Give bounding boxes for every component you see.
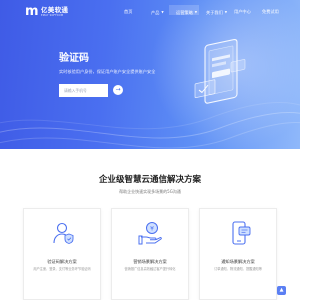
chevron-down-icon: ▼ <box>224 10 228 14</box>
svg-text:¥: ¥ <box>150 226 154 233</box>
nav-item-about[interactable]: 关于我们 ▼ <box>206 8 227 17</box>
back-to-top-button[interactable]: ▲ <box>277 286 286 295</box>
nav-item-strategy[interactable]: 运营策略 ▼ <box>176 8 197 17</box>
nav-item-user-center[interactable]: 用户中心 <box>234 8 251 16</box>
card-title: 验证码解决方案 <box>47 259 77 264</box>
hero-title: 验证码 <box>59 53 89 64</box>
card-description: 营销推广信息高效触达客户提升转化 <box>124 267 176 271</box>
solution-card-marketing[interactable]: ¥ 营销场景解决方案 营销推广信息高效触达客户提升转化 <box>111 208 189 300</box>
phone-message-icon <box>232 221 251 245</box>
card-description: 订单通知、物流通知、提醒通知等 <box>214 267 262 271</box>
chevron-down-icon: ▼ <box>161 10 164 14</box>
section-title: 企业级智慧云通信解决方案 <box>98 175 201 185</box>
nav-item-home[interactable]: 首页 <box>124 8 132 16</box>
hero-subtitle: 实时核验用户身份，保证用户账户安全提供账户安全 <box>59 69 156 74</box>
chevron-down-icon: ▼ <box>194 10 198 14</box>
card-title: 通知场景解决方案 <box>221 259 255 264</box>
hero-banner: m 亿美软通 EMAY SOFTCOM 首页 产品 ▼ 运营策略 ▼ 关于我们 ▼ 用… <box>0 0 300 149</box>
hand-coin-icon: ¥ <box>138 222 162 245</box>
phone-illustration <box>194 38 246 104</box>
main-nav: 首页 产品 ▼ 运营策略 ▼ 关于我们 ▼ 用户中心 免费试用 <box>0 8 300 16</box>
nav-item-products[interactable]: 产品 ▼ <box>151 8 164 17</box>
submit-arrow-button[interactable]: → <box>113 85 123 95</box>
card-title: 营销场景解决方案 <box>133 259 167 264</box>
phone-input[interactable] <box>59 84 108 97</box>
nav-item-free-trial[interactable]: 免费试用 <box>262 8 279 16</box>
section-subtitle: 帮助企业快速实现多场景的5G沟通 <box>119 189 181 194</box>
person-shield-icon <box>53 222 74 244</box>
card-description: 用户注册、登录、支付等业务环节验证码 <box>33 267 91 271</box>
solution-card-verification[interactable]: 验证码解决方案 用户注册、登录、支付等业务环节验证码 <box>23 208 101 300</box>
solution-card-notification[interactable]: 通知场景解决方案 订单通知、物流通知、提醒通知等 <box>199 208 277 300</box>
